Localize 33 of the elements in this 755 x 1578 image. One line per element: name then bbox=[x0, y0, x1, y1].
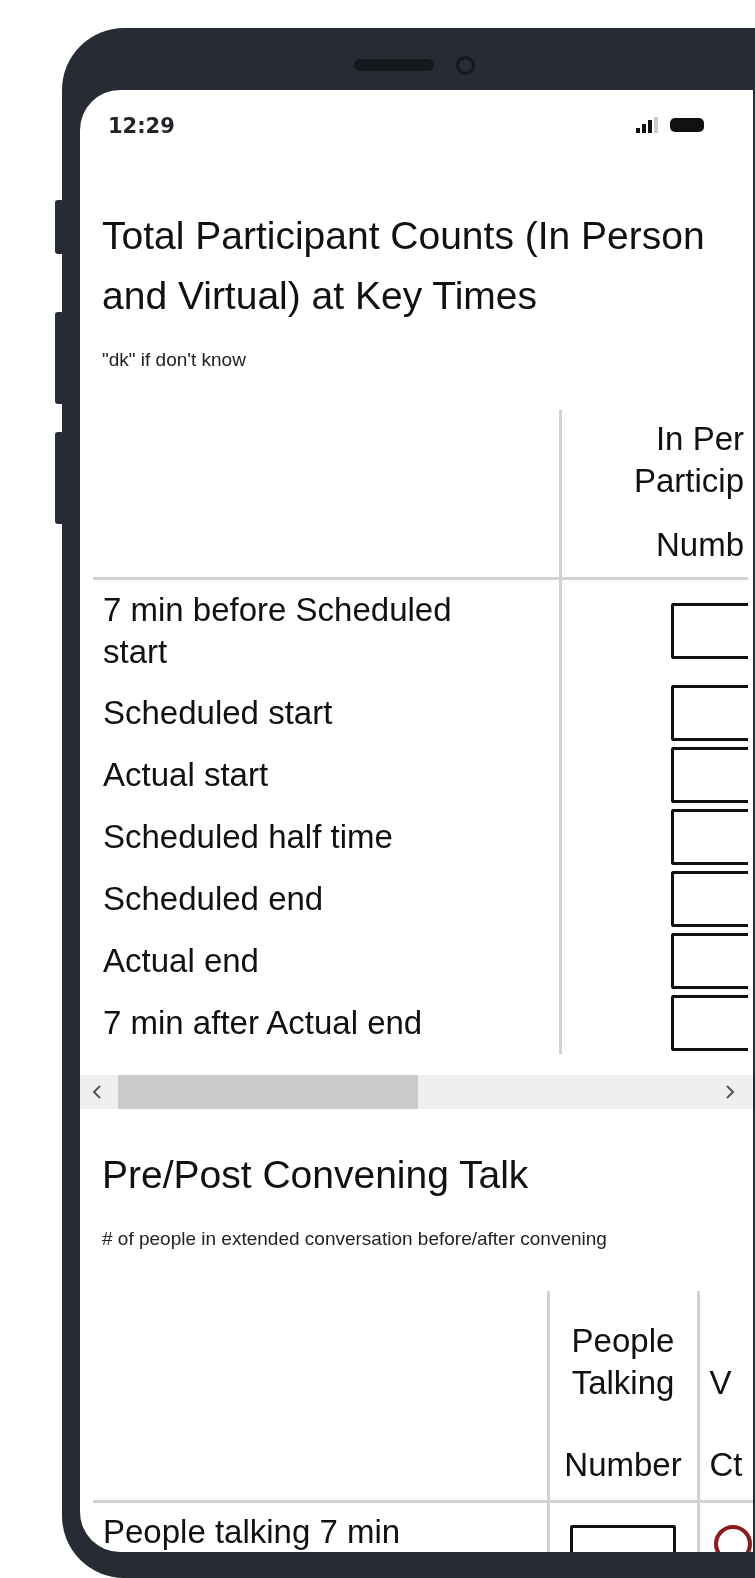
column-header: In Per bbox=[655, 419, 744, 459]
signal-icon bbox=[636, 117, 658, 133]
number-input[interactable] bbox=[670, 746, 748, 803]
column-header: Particip bbox=[633, 461, 744, 501]
column-unit: Number bbox=[564, 1444, 682, 1485]
row-label: 7 min before Scheduled start bbox=[103, 590, 452, 670]
section-hint: # of people in extended conversation before/after convening bbox=[102, 1226, 608, 1251]
column-header: V bbox=[709, 1362, 732, 1403]
number-input[interactable] bbox=[670, 808, 748, 865]
scrollbar-thumb[interactable] bbox=[118, 1074, 418, 1109]
number-input[interactable] bbox=[670, 932, 748, 989]
status-time: 12:29 bbox=[108, 113, 175, 141]
column-unit: Ct bbox=[709, 1444, 743, 1485]
row-label: Actual end bbox=[103, 941, 259, 979]
number-input[interactable] bbox=[670, 602, 748, 659]
column-header: People bbox=[571, 1320, 675, 1361]
battery-icon bbox=[670, 118, 704, 132]
row-label: Scheduled half time bbox=[103, 817, 393, 855]
section-hint: "dk" if don't know bbox=[102, 348, 247, 372]
column-header: Talking bbox=[571, 1362, 675, 1403]
row-label: People talking 7 min bbox=[103, 1512, 401, 1550]
row-label: Scheduled start bbox=[103, 693, 333, 731]
section-title: Total Participant Counts (In Person and Virtual) at Key Times bbox=[102, 213, 706, 319]
section-title: Pre/Post Convening Talk bbox=[102, 1151, 530, 1198]
row-label: Scheduled end bbox=[103, 879, 324, 917]
row-label: Actual start bbox=[103, 755, 269, 793]
number-input[interactable] bbox=[670, 994, 748, 1051]
horizontal-scrollbar[interactable] bbox=[80, 1074, 753, 1109]
column-unit: Numb bbox=[655, 525, 744, 565]
number-input[interactable] bbox=[670, 870, 748, 927]
number-input[interactable] bbox=[670, 684, 748, 741]
radio-button[interactable] bbox=[713, 1524, 752, 1552]
row-label: 7 min after Actual end bbox=[103, 1003, 423, 1041]
